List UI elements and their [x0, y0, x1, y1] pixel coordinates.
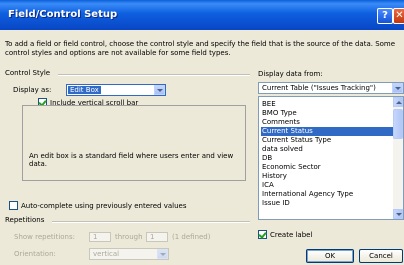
- display-data-from-label: Display data from:: [258, 70, 323, 78]
- auto-complete-label[interactable]: Auto-complete using previously entered v…: [21, 202, 186, 210]
- repetitions-from-value: 1: [93, 233, 98, 241]
- repetitions-from-field[interactable]: 1: [89, 232, 111, 242]
- list-item-partial: [261, 208, 394, 214]
- list-item[interactable]: Economic Sector: [261, 163, 394, 172]
- list-scrollbar[interactable]: [393, 97, 403, 219]
- display-as-label: Display as:: [13, 86, 52, 94]
- control-style-group-label: Control Style: [5, 69, 51, 77]
- chevron-down-icon[interactable]: [154, 85, 165, 95]
- chevron-down-icon[interactable]: [392, 83, 403, 93]
- defined-count-text: (1 defined): [172, 233, 211, 241]
- field-list[interactable]: BEE BMO Type Comments Current Status Cur…: [258, 96, 404, 220]
- auto-complete-checkbox[interactable]: [9, 201, 18, 210]
- list-item[interactable]: BMO Type: [261, 109, 394, 118]
- control-style-divider: [58, 74, 250, 76]
- control-description-text: An edit box is a standard field where us…: [29, 152, 234, 168]
- list-item[interactable]: Current Status Type: [261, 136, 394, 145]
- description-text: To add a field or field control, choose …: [5, 40, 396, 57]
- title-bar[interactable]: Field/Control Setup ? ✕: [0, 0, 404, 30]
- scrollbar-thumb[interactable]: [393, 109, 403, 139]
- repetitions-through-value: 1: [150, 233, 155, 241]
- data-source-dropdown[interactable]: Current Table ("Issues Tracking"): [258, 82, 404, 94]
- cancel-button[interactable]: Cancel: [359, 249, 403, 263]
- field-control-setup-dialog: Field/Control Setup ? ✕ To add a field o…: [0, 0, 404, 265]
- scroll-down-arrow-icon[interactable]: [393, 209, 403, 219]
- chevron-down-icon[interactable]: [157, 249, 168, 259]
- list-item[interactable]: data solved: [261, 145, 394, 154]
- through-label: through: [115, 233, 143, 241]
- list-item[interactable]: Issue ID: [261, 199, 394, 208]
- list-item[interactable]: History: [261, 172, 394, 181]
- repetitions-through-field[interactable]: 1: [146, 232, 168, 242]
- create-label-text[interactable]: Create label: [270, 231, 312, 239]
- create-label-checkbox[interactable]: [258, 230, 267, 239]
- list-item[interactable]: International Agency Type: [261, 190, 394, 199]
- window-title: Field/Control Setup: [8, 9, 118, 20]
- display-as-value: Edit Box: [68, 86, 101, 94]
- repetitions-divider: [52, 221, 250, 223]
- display-as-dropdown[interactable]: Edit Box: [66, 84, 166, 96]
- control-description-box: An edit box is a standard field where us…: [22, 105, 246, 181]
- close-button[interactable]: ✕: [393, 8, 404, 24]
- list-item[interactable]: ICA: [261, 181, 394, 190]
- list-item[interactable]: DB: [261, 154, 394, 163]
- checkmark-icon: [258, 230, 267, 239]
- list-item[interactable]: Comments: [261, 118, 394, 127]
- scroll-up-arrow-icon[interactable]: [393, 97, 403, 107]
- ok-button[interactable]: OK: [306, 249, 354, 263]
- list-item-selected[interactable]: Current Status: [261, 127, 394, 136]
- orientation-dropdown[interactable]: vertical: [89, 248, 169, 260]
- list-item[interactable]: BEE: [261, 100, 394, 109]
- orientation-value: vertical: [93, 250, 120, 258]
- orientation-label: Orientation:: [14, 250, 56, 258]
- help-button[interactable]: ?: [377, 8, 393, 24]
- show-repetitions-label: Show repetitions:: [14, 233, 75, 241]
- repetitions-group-label: Repetitions: [5, 216, 45, 224]
- data-source-value: Current Table ("Issues Tracking"): [262, 84, 376, 92]
